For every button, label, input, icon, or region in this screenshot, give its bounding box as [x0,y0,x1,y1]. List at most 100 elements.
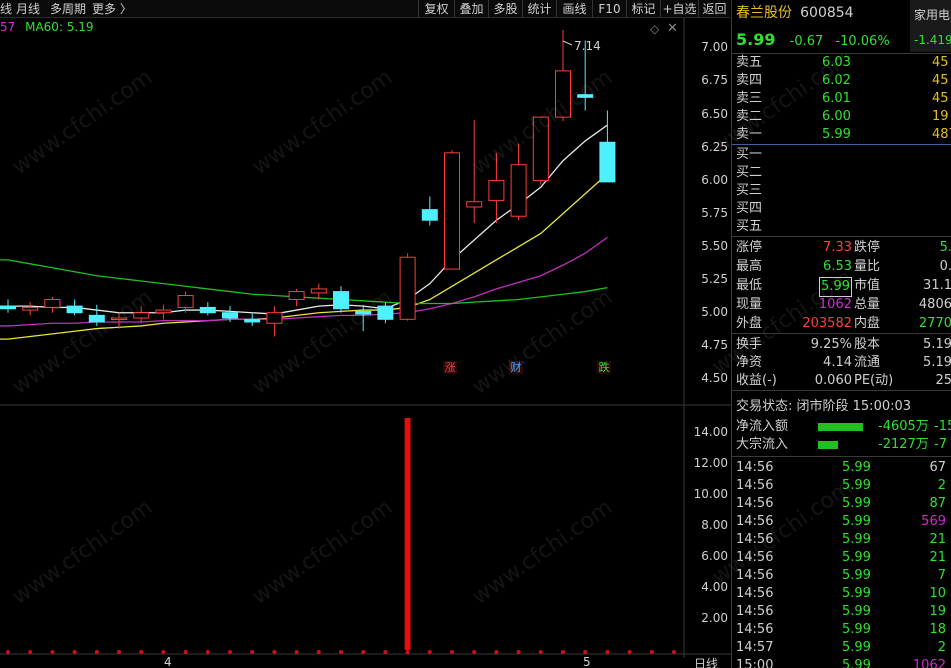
candle [377,302,394,324]
volume-dot [228,650,232,654]
level-volume: 45 [932,55,949,70]
candle [444,150,460,270]
tick-row: 14:56 5.99 10 [736,586,946,601]
chart-area[interactable]: 7.14 [0,18,731,668]
high-annotation: 7.14 [574,39,601,53]
candle [66,299,83,316]
quote-panel: 春兰股份 600854 家用电 -1.419 5.99 -0.67 -10.06… [731,0,951,668]
multi-stock-button[interactable]: 多股 [488,0,522,18]
candle [532,116,549,185]
period-indicator[interactable]: 日线 [694,655,718,668]
volume-dot [205,650,210,654]
more-menu[interactable]: 更多 〉 [92,1,132,17]
flow-row: 大宗流入 -2127万 -7 [736,437,947,452]
volume-dot [361,650,366,654]
high-marker: 7.14 [562,39,601,53]
candle [466,119,483,223]
level-price: 6.02 [822,73,851,88]
candle [310,283,327,300]
stats-button[interactable]: 统计 [522,0,556,18]
candle [399,253,416,321]
volume-tick: 10.00 [693,487,728,502]
flow-row: 净流入额 -4605万 -15 [736,419,951,434]
volume-dot [672,650,676,654]
sell-level[interactable]: 卖二 6.00 19 [732,108,951,126]
chart-grid [0,18,731,658]
f10-button[interactable]: F10 [592,0,626,18]
candle [44,296,61,313]
tick-row: 14:56 5.99 19 [736,604,946,619]
sell-level[interactable]: 卖四 6.02 45 [732,72,951,90]
price-row: 5.99 -0.67 -10.06% [732,29,951,51]
fundamental-row: 净资 4.14 流通 5.19 [736,355,951,370]
candle [288,288,305,307]
period-month[interactable]: 月线 [16,1,40,17]
sell-level[interactable]: 卖一 5.99 487 [732,126,951,144]
adjust-button[interactable]: 复权 [418,0,454,18]
moving-averages [0,124,608,340]
volume-bars [404,418,411,650]
current-price: 5.99 [736,30,776,49]
stock-name[interactable]: 春兰股份 [736,5,792,21]
buy-level[interactable]: 买四 [732,200,951,218]
trade-status: 交易状态: 闭市阶段 15:00:03 [732,398,951,416]
volume-dot [94,650,99,654]
multi-period-menu[interactable]: 多周期 [50,1,86,17]
volume-dot [383,650,388,654]
volume-tick: 4.00 [701,580,728,595]
trade-status-text: 交易状态: 闭市阶段 15:00:03 [736,399,912,414]
price-change: -0.67 [789,34,824,49]
volume-dot [605,650,610,654]
tick-row: 14:57 5.99 2 [736,640,946,655]
buy-level[interactable]: 买三 [732,182,951,200]
candle [22,302,39,316]
level-volume: 19 [932,109,949,124]
volume-dot [583,650,588,654]
sell-level[interactable]: 卖五 6.03 45 [732,54,951,72]
volume-dot [272,650,277,654]
volume-dot [117,650,121,654]
event-badge-limit-down[interactable]: 跌 [597,361,611,374]
quote-stat-row: 现量 1062 总量 4806 [736,297,951,312]
buy-level[interactable]: 买二 [732,164,951,182]
overlay-button[interactable]: 叠加 [454,0,488,18]
event-badge-financial[interactable]: 财 [509,361,523,374]
volume-dot [316,650,321,654]
candle [111,312,127,329]
quote-stat-row: 外盘 203582 内盘 2770 [736,316,951,331]
candle [488,152,505,223]
level-price: 6.00 [822,109,851,124]
volume-dot [339,650,343,654]
level-price: 6.01 [822,91,851,106]
tick-row: 14:56 5.99 7 [736,568,946,583]
candle [244,312,261,326]
volume-dot [427,650,432,654]
draw-line-button[interactable]: 画线 [556,0,592,18]
buy-level[interactable]: 买一 [732,146,951,164]
tick-row: 14:56 5.99 2 [736,478,946,493]
volume-dot [472,650,477,654]
volume-bar [404,418,411,650]
event-badge-limit-up[interactable]: 涨 [443,361,457,374]
level-label: 卖三 [736,91,763,106]
candle [155,304,172,320]
period-day[interactable]: 线 [0,1,12,17]
sell-level[interactable]: 卖三 6.01 45 [732,90,951,108]
level-price: 5.99 [822,127,851,142]
date-label-5: 5 [583,655,591,668]
quote-stat-row: 最低 5.99 市值 31.1 [732,277,951,297]
volume-dot [450,650,454,654]
ma-line-purple [0,236,608,327]
candle [355,304,372,332]
level-label: 卖一 [736,127,763,142]
tick-row: 14:56 5.99 569 [736,514,946,529]
buy-level[interactable]: 买五 [732,218,951,236]
volume-dots [6,650,676,654]
volume-dot [516,650,521,654]
level-label: 卖二 [736,109,763,124]
tick-row: 15:00 5.99 1062 [736,658,946,668]
volume-dot [161,650,166,654]
date-label-4: 4 [164,655,172,668]
candle [599,110,616,183]
mark-button[interactable]: 标记 [626,0,660,18]
